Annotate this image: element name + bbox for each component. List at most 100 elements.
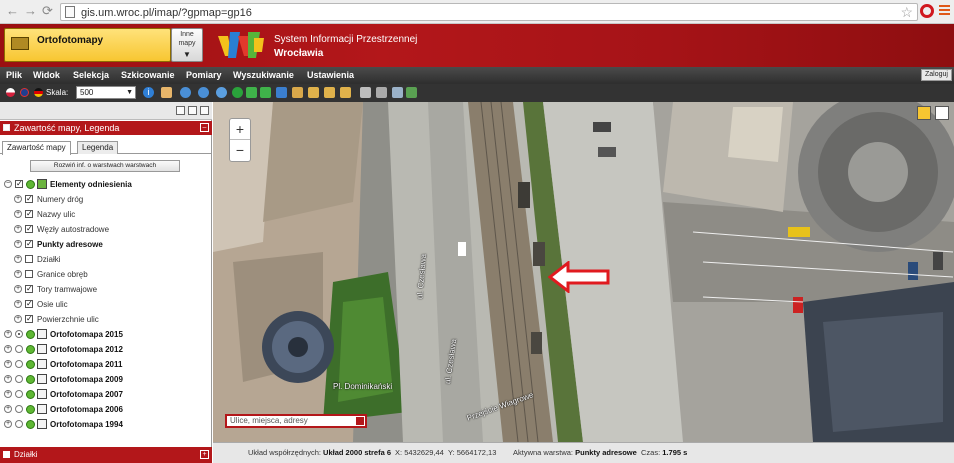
expand-icon[interactable]: + bbox=[14, 315, 22, 323]
map-mode-icon[interactable] bbox=[935, 106, 949, 120]
draw-line-icon[interactable] bbox=[292, 87, 303, 98]
print-icon[interactable] bbox=[376, 87, 387, 98]
layer-row[interactable]: + Ortofotomapa 2011 bbox=[0, 357, 212, 372]
layer-row[interactable]: + Granice obręb bbox=[0, 267, 212, 282]
tab-map-content[interactable]: Zawartość mapy bbox=[2, 141, 71, 155]
full-extent-icon[interactable] bbox=[232, 87, 243, 98]
export-map-icon[interactable] bbox=[406, 87, 417, 98]
expand-icon[interactable]: + bbox=[14, 225, 22, 233]
layer-row[interactable]: + ✓ Tory tramwajowe bbox=[0, 282, 212, 297]
expand-icon[interactable]: + bbox=[14, 240, 22, 248]
panel-close-icon[interactable] bbox=[200, 106, 209, 115]
layer-row[interactable]: + ✓ Węzły autostradowe bbox=[0, 222, 212, 237]
expand-icon[interactable]: + bbox=[14, 210, 22, 218]
expand-icon[interactable]: + bbox=[4, 375, 12, 383]
previous-view-icon[interactable] bbox=[246, 87, 257, 98]
layer-row[interactable]: + ✓ Punkty adresowe bbox=[0, 237, 212, 252]
collapse-icon[interactable]: – bbox=[200, 123, 209, 132]
layer-checkbox[interactable]: ✓ bbox=[25, 240, 33, 248]
menu-item-szkicowanie[interactable]: Szkicowanie bbox=[121, 70, 175, 80]
expand-icon[interactable]: + bbox=[14, 195, 22, 203]
search-close-icon[interactable] bbox=[356, 417, 364, 425]
layer-radio[interactable] bbox=[15, 390, 23, 398]
address-bar[interactable]: gis.um.wroc.pl/imap/?gpmap=gp16 ☆ bbox=[60, 3, 918, 21]
select-icon[interactable] bbox=[276, 87, 287, 98]
crop-icon[interactable] bbox=[340, 87, 351, 98]
expand-icon[interactable]: + bbox=[4, 345, 12, 353]
layer-row[interactable]: + Ortofotomapa 2015 bbox=[0, 327, 212, 342]
layer-radio[interactable] bbox=[15, 405, 23, 413]
layer-row[interactable]: + Ortofotomapa 2006 bbox=[0, 402, 212, 417]
expand-icon[interactable]: + bbox=[14, 300, 22, 308]
layer-radio[interactable] bbox=[15, 375, 23, 383]
zoom-out-icon[interactable] bbox=[198, 87, 209, 98]
menu-item-widok[interactable]: Widok bbox=[33, 70, 60, 80]
measure-area-icon[interactable] bbox=[324, 87, 335, 98]
pan-hand-icon[interactable] bbox=[161, 87, 172, 98]
layer-checkbox[interactable]: ✓ bbox=[25, 285, 33, 293]
layer-checkbox[interactable]: ✓ bbox=[15, 180, 23, 188]
menu-item-pomiary[interactable]: Pomiary bbox=[186, 70, 222, 80]
expand-icon[interactable]: + bbox=[200, 450, 209, 459]
bookmark-star-icon[interactable]: ☆ bbox=[900, 4, 913, 21]
layer-row[interactable]: + Ortofotomapa 1994 bbox=[0, 417, 212, 432]
map-view[interactable]: + − ul. Czesława ul. Czesława Pl. Domini… bbox=[213, 102, 954, 442]
panel-restore-icon[interactable] bbox=[188, 106, 197, 115]
expand-icon[interactable]: + bbox=[4, 360, 12, 368]
zoom-window-icon[interactable] bbox=[216, 87, 227, 98]
layer-radio[interactable] bbox=[15, 360, 23, 368]
german-flag-icon[interactable] bbox=[34, 88, 43, 97]
scale-select[interactable]: 500 ▼ bbox=[76, 86, 136, 99]
layer-row[interactable]: + Ortofotomapa 2007 bbox=[0, 387, 212, 402]
layer-row[interactable]: + Ortofotomapa 2009 bbox=[0, 372, 212, 387]
browser-menu-icon[interactable] bbox=[939, 5, 950, 17]
layer-row[interactable]: − ✓ Elementy odniesienia bbox=[0, 177, 212, 192]
other-maps-button[interactable]: Inne mapy ▼ bbox=[171, 28, 203, 62]
measure-distance-icon[interactable] bbox=[308, 87, 319, 98]
layer-row[interactable]: + Działki bbox=[0, 252, 212, 267]
expand-icon[interactable]: + bbox=[14, 255, 22, 263]
layer-row[interactable]: + ✓ Powierzchnie ulic bbox=[0, 312, 212, 327]
forward-icon[interactable]: → bbox=[24, 3, 37, 19]
reload-icon[interactable]: ⟳ bbox=[42, 3, 53, 19]
tab-legend[interactable]: Legenda bbox=[77, 141, 119, 154]
expand-icon[interactable]: + bbox=[4, 390, 12, 398]
address-search-input[interactable]: Ulice, miejsca, adresy bbox=[225, 414, 367, 428]
next-view-icon[interactable] bbox=[260, 87, 271, 98]
expand-icon[interactable]: + bbox=[4, 420, 12, 428]
menu-item-plik[interactable]: Plik bbox=[6, 70, 22, 80]
panel-minimize-icon[interactable] bbox=[176, 106, 185, 115]
info-icon[interactable]: i bbox=[143, 87, 154, 98]
layer-radio[interactable] bbox=[15, 330, 23, 338]
opera-icon[interactable] bbox=[920, 4, 934, 18]
layer-radio[interactable] bbox=[15, 420, 23, 428]
english-flag-icon[interactable] bbox=[20, 88, 29, 97]
expand-icon[interactable]: + bbox=[4, 405, 12, 413]
layer-row[interactable]: + ✓ Nazwy ulic bbox=[0, 207, 212, 222]
menu-item-selekcja[interactable]: Selekcja bbox=[73, 70, 109, 80]
layer-checkbox[interactable] bbox=[25, 270, 33, 278]
expand-icon[interactable]: + bbox=[4, 330, 12, 338]
expand-layer-info-button[interactable]: Rozwiń inf. o warstwach warstwach bbox=[30, 160, 180, 172]
link-icon[interactable] bbox=[392, 87, 403, 98]
zoom-in-icon[interactable] bbox=[180, 87, 191, 98]
parcels-panel-header[interactable]: Działki + bbox=[0, 447, 212, 463]
layer-row[interactable]: + ✓ Osie ulic bbox=[0, 297, 212, 312]
layer-checkbox[interactable]: ✓ bbox=[25, 300, 33, 308]
back-icon[interactable]: ← bbox=[6, 3, 19, 19]
login-button[interactable]: Zaloguj bbox=[921, 69, 952, 81]
polish-flag-icon[interactable] bbox=[6, 88, 15, 97]
zoom-in-button[interactable]: + bbox=[230, 119, 250, 140]
layer-checkbox[interactable]: ✓ bbox=[25, 315, 33, 323]
layer-checkbox[interactable]: ✓ bbox=[25, 225, 33, 233]
layer-checkbox[interactable]: ✓ bbox=[25, 195, 33, 203]
layer-row[interactable]: + ✓ Numery dróg bbox=[0, 192, 212, 207]
layer-switch-icon[interactable] bbox=[917, 106, 931, 120]
copy-icon[interactable] bbox=[360, 87, 371, 98]
layer-checkbox[interactable]: ✓ bbox=[25, 210, 33, 218]
layer-radio[interactable] bbox=[15, 345, 23, 353]
menu-item-wyszukiwanie[interactable]: Wyszukiwanie bbox=[233, 70, 294, 80]
layer-row[interactable]: + Ortofotomapa 2012 bbox=[0, 342, 212, 357]
layer-checkbox[interactable] bbox=[25, 255, 33, 263]
expand-icon[interactable]: + bbox=[14, 285, 22, 293]
